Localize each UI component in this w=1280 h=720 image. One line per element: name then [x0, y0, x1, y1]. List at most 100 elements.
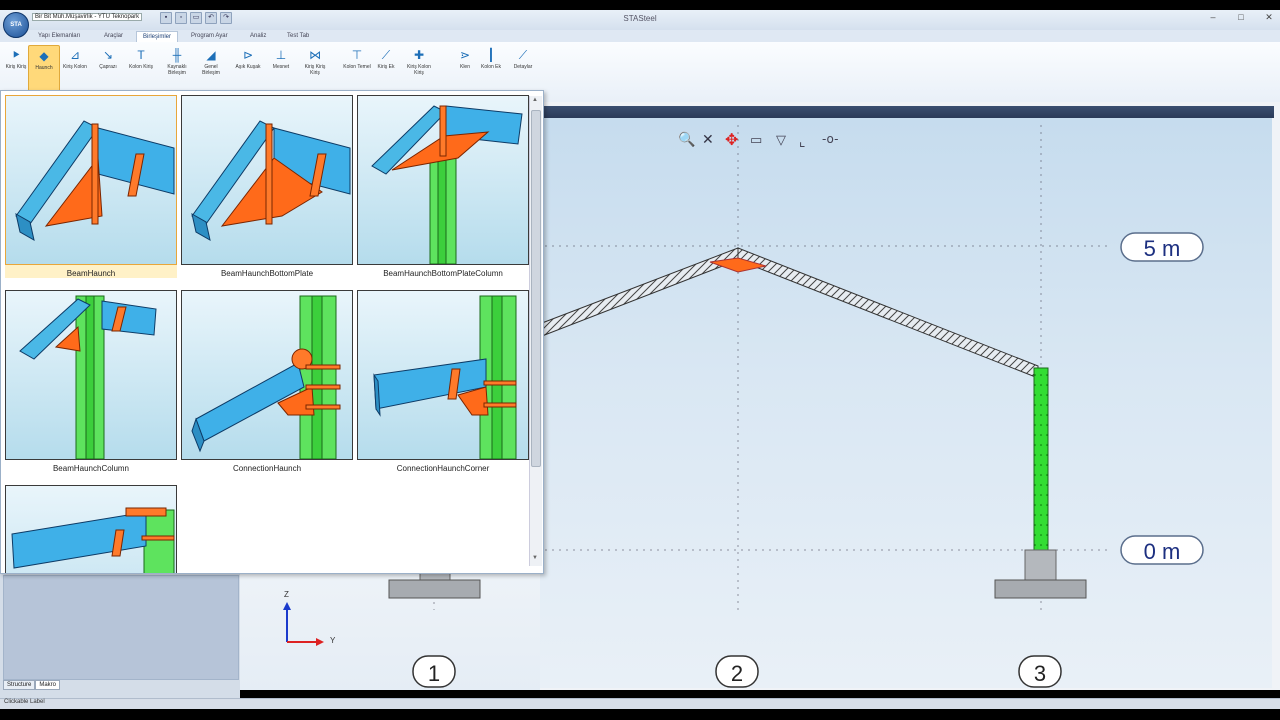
minimize-button[interactable]: –: [1204, 11, 1222, 23]
column-splice-icon: ┃: [487, 48, 495, 62]
cleat-icon: ⋗: [459, 48, 471, 62]
brace-icon: ↘: [102, 48, 114, 62]
pan-cross-icon[interactable]: ✕: [702, 132, 714, 148]
gallery-item-beamhaunch[interactable]: BeamHaunch: [5, 95, 177, 278]
haunch-gallery: BeamHaunch BeamHaunchBottomPlate BeamHau…: [0, 90, 544, 574]
gallery-item-beamhaunchcolumn[interactable]: BeamHaunchColumn: [5, 290, 177, 473]
left-rafter[interactable]: [541, 247, 739, 337]
beam-splice-icon: ⟋: [381, 48, 391, 62]
thumb-item-7: [5, 485, 177, 573]
move-icon[interactable]: ✥: [725, 130, 738, 149]
app-logo[interactable]: STA: [3, 12, 29, 38]
support-icon: ⊥: [275, 48, 287, 62]
gallery-item-7[interactable]: [5, 485, 177, 573]
svg-text:1: 1: [428, 661, 440, 686]
axis-triad: Z Y: [283, 590, 336, 646]
ribbon-kiris-kiris[interactable]: ⯈ Kiriş Kiriş: [1, 45, 31, 91]
ribbon-kolon-temel[interactable]: ⊤ Kolon Temel: [342, 45, 372, 91]
column-base-icon: ⊤: [351, 48, 363, 62]
details-icon: ⟋: [518, 48, 528, 62]
ribbon-kaynakli-birlesim[interactable]: ╫ Kaynaklı Birleşim: [162, 45, 192, 91]
thumb-beamhaunchbottomplatecolumn: [357, 95, 529, 265]
grid-axis-1: 1: [412, 655, 456, 688]
level-label-5m: 5 m: [1120, 232, 1204, 262]
crop-icon[interactable]: ⌞: [799, 134, 806, 150]
ribbon-haunch[interactable]: ◆ Haunch: [28, 45, 60, 93]
gallery-item-beamhaunchbottomplatecolumn[interactable]: BeamHaunchBottomPlateColumn: [357, 95, 529, 278]
level-label-0m: 0 m: [1120, 535, 1204, 565]
window-controls: – □ ✕: [1204, 11, 1278, 23]
ribbon-mesnet[interactable]: ⊥ Mesnet: [266, 45, 296, 91]
tab-yapi-elemanlari[interactable]: Yapı Elemanları: [38, 31, 80, 41]
tab-structure[interactable]: Structure: [3, 680, 36, 690]
scroll-down-icon[interactable]: ▼: [529, 555, 541, 561]
svg-text:5 m: 5 m: [1144, 236, 1181, 261]
tab-test[interactable]: Test Tab: [287, 31, 309, 41]
window-zoom-icon[interactable]: ▭: [750, 133, 762, 148]
column-beam-icon: T: [137, 48, 145, 62]
haunch-icon: ◆: [39, 49, 49, 63]
redo-icon[interactable]: ↷: [220, 12, 232, 24]
ribbon-kiris-kolon-kiris[interactable]: ✚ Kiriş Kolon Kiriş: [404, 45, 434, 91]
svg-text:3: 3: [1034, 661, 1046, 686]
gallery-item-connectionhaunchcorner[interactable]: ConnectionHaunchCorner: [357, 290, 529, 473]
undo-icon[interactable]: ↶: [205, 12, 217, 24]
column-3[interactable]: [1033, 367, 1049, 551]
view-toolbar: 🔍 ✕ ✥ ▭ ▽ ⌞ -o-: [678, 130, 838, 150]
status-bar: [0, 698, 1280, 709]
open-icon[interactable]: ▭: [190, 12, 202, 24]
grid-axis-3: 3: [1018, 655, 1062, 688]
app-title: STASteel: [623, 14, 657, 23]
thumb-connectionhaunchcorner: [357, 290, 529, 460]
new-icon[interactable]: ▫: [175, 12, 187, 24]
tab-makro[interactable]: Makro: [35, 680, 61, 690]
ribbon-kolon-kiris[interactable]: T Kolon Kiriş: [126, 45, 156, 91]
ribbon-kiris-kiris-kiris[interactable]: ⋈ Kiriş Kiriş Kiriş: [300, 45, 330, 91]
purlin-icon: ⊳: [242, 48, 254, 62]
general-icon: ◢: [206, 48, 216, 62]
welded-icon: ╫: [172, 48, 182, 62]
svg-text:0 m: 0 m: [1144, 539, 1181, 564]
tab-araclar[interactable]: Araçlar: [104, 31, 123, 41]
svg-text:2: 2: [731, 661, 743, 686]
thumb-connectionhaunch: [181, 290, 353, 460]
beam3-icon: ⋈: [309, 48, 321, 62]
beam-column-beam-icon: ✚: [413, 48, 425, 62]
tab-program-ayar[interactable]: Program Ayar: [191, 31, 228, 41]
ribbon-detaylar[interactable]: ⟋ Detaylar: [508, 45, 538, 91]
pedestal-3[interactable]: [1024, 549, 1057, 581]
footing-3[interactable]: [994, 579, 1087, 599]
left-panel-tabs: Structure Makro: [3, 680, 61, 690]
tab-birlesimler[interactable]: Birleşimler: [136, 31, 179, 42]
beam-beam-icon: ⯈: [11, 48, 21, 62]
measure-icon[interactable]: -o-: [822, 132, 838, 146]
close-button[interactable]: ✕: [1260, 11, 1278, 23]
filter-icon[interactable]: ▽: [776, 133, 786, 148]
viewport-header: [540, 106, 1274, 118]
grid-axis-2: 2: [715, 655, 759, 688]
thumb-beamhaunchbottomplate: [181, 95, 353, 265]
ribbon-kiris-kolon[interactable]: ⊿ Kiriş Kolon: [60, 45, 90, 91]
status-text: Clickable Label: [4, 699, 45, 705]
ribbon-kolon-ek[interactable]: ┃ Kolon Ek: [476, 45, 506, 91]
save-icon[interactable]: ▪: [160, 12, 172, 24]
ribbon-kiris-ek[interactable]: ⟋ Kiriş Ek: [371, 45, 401, 91]
quick-access-toolbar: ▪ ▫ ▭ ↶ ↷: [160, 12, 232, 24]
svg-text:Y: Y: [330, 636, 336, 645]
gallery-scroll-thumb[interactable]: [531, 110, 541, 467]
gallery-item-beamhaunchbottomplate[interactable]: BeamHaunchBottomPlate: [181, 95, 353, 278]
thumb-beamhaunch: [5, 95, 177, 265]
footing-1[interactable]: [388, 579, 481, 599]
tab-analiz[interactable]: Analiz: [250, 31, 266, 41]
right-rafter[interactable]: [737, 247, 1039, 379]
zoom-icon[interactable]: 🔍: [678, 130, 695, 148]
ribbon-asik-kusak[interactable]: ⊳ Aşık Kuşak: [233, 45, 263, 91]
ribbon-genel-birlesim[interactable]: ◢ Genel Birleşim: [196, 45, 226, 91]
document-title: Bir Bit Müh.Müşavirlik - YTU Teknopark: [32, 13, 143, 21]
ribbon-caprazi[interactable]: ↘ Çaprazı: [93, 45, 123, 91]
gallery-item-connectionhaunch[interactable]: ConnectionHaunch: [181, 290, 353, 473]
maximize-button[interactable]: □: [1232, 11, 1250, 23]
macro-panel: [3, 575, 239, 680]
svg-text:Z: Z: [284, 590, 289, 599]
scroll-up-icon[interactable]: ▲: [529, 97, 541, 103]
